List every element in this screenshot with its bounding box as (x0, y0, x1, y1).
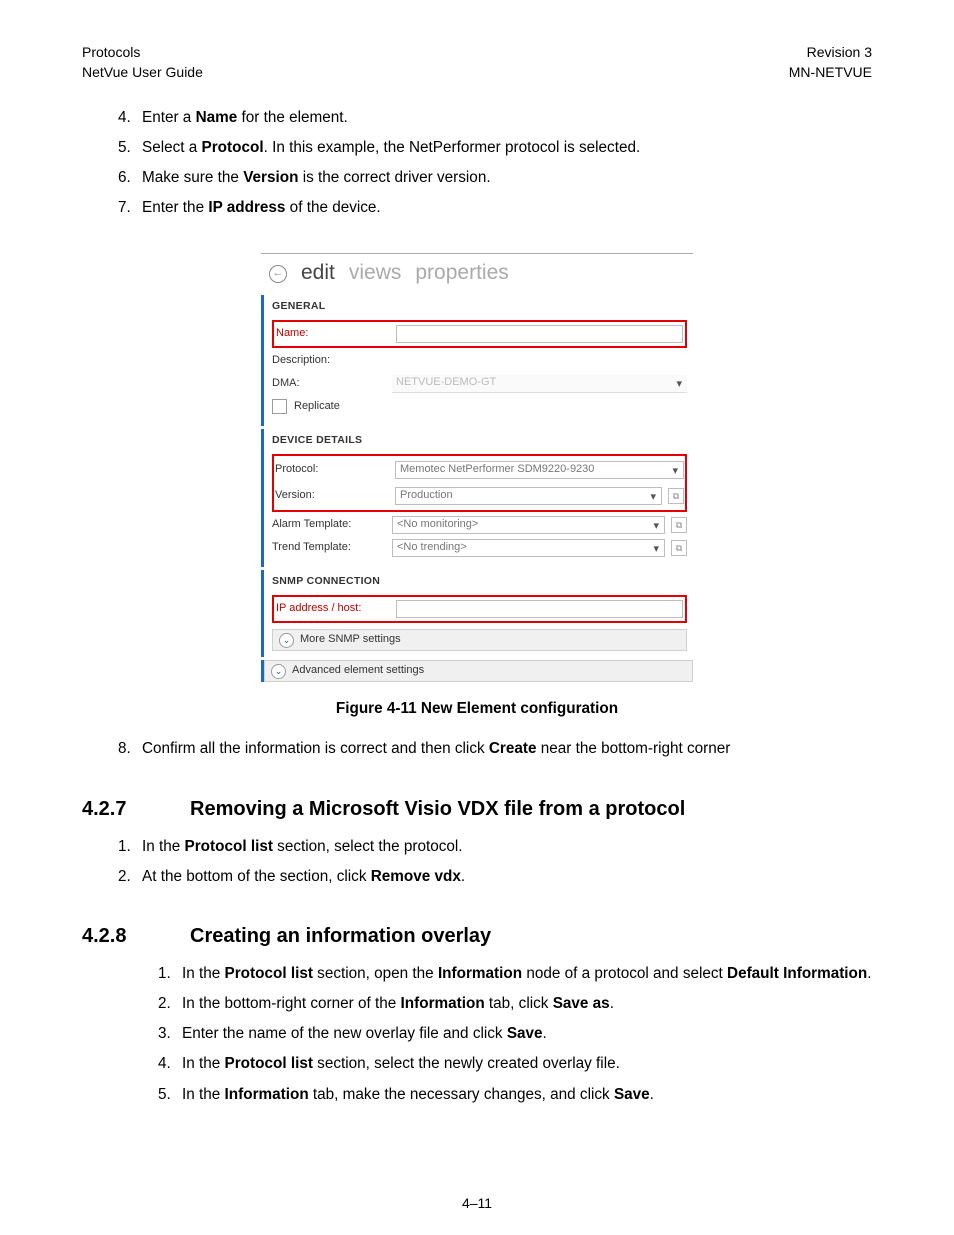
protocol-select[interactable]: Memotec NetPerformer SDM9220-9230 (395, 461, 684, 479)
step-5: 5.Select a Protocol. In this example, th… (118, 137, 872, 159)
tab-edit[interactable]: edit (301, 258, 335, 288)
hdr-left-bottom: NetVue User Guide (82, 62, 203, 82)
chevron-down-icon: ⌄ (279, 633, 294, 648)
step-428-1: 1.In the Protocol list section, open the… (158, 963, 872, 985)
chevron-down-icon: ⌄ (271, 664, 286, 679)
step-7: 7.Enter the IP address of the device. (118, 197, 872, 219)
step-428-3: 3.Enter the name of the new overlay file… (158, 1023, 872, 1045)
dialog-tabs: ← edit views properties (261, 254, 693, 294)
step-4: 4.Enter a Name for the element. (118, 107, 872, 129)
section-snmp-title: SNMP CONNECTION (272, 574, 687, 589)
protocol-label: Protocol: (275, 462, 395, 478)
version-label: Version: (275, 488, 395, 504)
step-427-2: 2.At the bottom of the section, click Re… (118, 866, 872, 888)
section-general-title: GENERAL (272, 299, 687, 314)
back-arrow-icon[interactable]: ← (269, 265, 287, 283)
name-label: Name: (276, 326, 396, 342)
steps-4-2-8: 1.In the Protocol list section, open the… (158, 963, 872, 1106)
section-device-title: DEVICE DETAILS (272, 433, 687, 448)
section-device-details: DEVICE DETAILS Protocol: Memotec NetPerf… (261, 429, 693, 567)
page-header: Protocols Revision 3 NetVue User Guide M… (82, 42, 872, 83)
alarm-popout-icon[interactable]: ⧉ (671, 517, 687, 533)
ip-address-label: IP address / host: (276, 601, 396, 617)
section-general: GENERAL Name: Description: DMA: NETVUE-D… (261, 295, 693, 426)
steps-4-2-7: 1.In the Protocol list section, select t… (118, 836, 872, 888)
figure-caption: Figure 4-11 New Element configuration (82, 698, 872, 720)
hdr-left-top: Protocols (82, 42, 140, 62)
more-snmp-settings[interactable]: ⌄ More SNMP settings (272, 629, 687, 651)
step-8: 8.Confirm all the information is correct… (118, 738, 872, 760)
page-number: 4–11 (0, 1193, 954, 1213)
heading-4-2-7: 4.2.7Removing a Microsoft Visio VDX file… (82, 795, 872, 824)
section-snmp: SNMP CONNECTION IP address / host: ⌄ Mor… (261, 570, 693, 657)
step-428-4: 4.In the Protocol list section, select t… (158, 1053, 872, 1075)
ip-address-input[interactable] (396, 600, 683, 618)
alarm-template-select[interactable]: <No monitoring> (392, 516, 665, 534)
replicate-checkbox[interactable] (272, 399, 287, 414)
dma-select[interactable]: NETVUE-DEMO-GT (392, 375, 687, 393)
version-select[interactable]: Production (395, 487, 662, 505)
step-428-2: 2.In the bottom-right corner of the Info… (158, 993, 872, 1015)
more-snmp-label: More SNMP settings (300, 632, 401, 648)
advanced-element-settings[interactable]: ⌄ Advanced element settings (264, 660, 693, 682)
dma-label: DMA: (272, 376, 392, 392)
trend-popout-icon[interactable]: ⧉ (671, 540, 687, 556)
step-427-1: 1.In the Protocol list section, select t… (118, 836, 872, 858)
tab-views[interactable]: views (349, 258, 402, 288)
steps-4-7: 4.Enter a Name for the element. 5.Select… (118, 107, 872, 220)
name-input[interactable] (396, 325, 683, 343)
version-popout-icon[interactable]: ⧉ (668, 488, 684, 504)
step-6: 6.Make sure the Version is the correct d… (118, 167, 872, 189)
alarm-template-label: Alarm Template: (272, 517, 392, 533)
section-advanced: ⌄ Advanced element settings (261, 660, 693, 682)
description-label: Description: (272, 353, 392, 369)
description-input[interactable] (392, 352, 687, 370)
tab-properties[interactable]: properties (415, 258, 508, 288)
step-8-list: 8.Confirm all the information is correct… (118, 738, 872, 760)
step-428-5: 5.In the Information tab, make the neces… (158, 1084, 872, 1106)
heading-4-2-8: 4.2.8Creating an information overlay (82, 922, 872, 951)
trend-template-select[interactable]: <No trending> (392, 539, 665, 557)
replicate-label: Replicate (294, 399, 340, 415)
hdr-right-bottom: MN-NETVUE (789, 62, 872, 82)
advanced-label: Advanced element settings (292, 663, 424, 679)
trend-template-label: Trend Template: (272, 540, 392, 556)
hdr-right-top: Revision 3 (807, 42, 872, 62)
new-element-dialog: ← edit views properties GENERAL Name: De… (261, 253, 693, 682)
